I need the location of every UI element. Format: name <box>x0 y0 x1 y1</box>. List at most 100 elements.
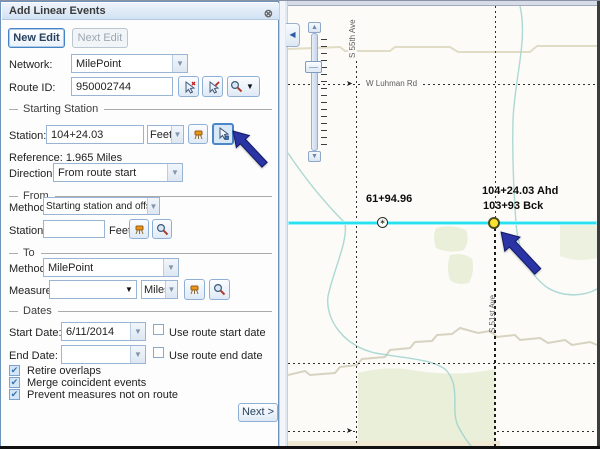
panel-title: Add Linear Events <box>9 5 106 17</box>
station-label-left: 61+94.96 <box>366 193 412 205</box>
end-date-select[interactable]: ▼ <box>61 345 146 364</box>
measure-label: Measure: <box>9 285 55 297</box>
chevron-down-icon[interactable]: ▼ <box>130 346 145 363</box>
start-date-value: 6/11/2014 <box>62 326 130 338</box>
station-label: Station: <box>9 130 46 142</box>
add-linear-events-panel: Add Linear Events ⊗ New Edit Next Edit N… <box>0 1 279 447</box>
section-dates: Dates <box>9 305 272 317</box>
route-id-label: Route ID: <box>9 82 55 94</box>
road-line-south2-right <box>497 431 597 432</box>
magnifier-icon <box>230 80 243 93</box>
measure-tool-button[interactable] <box>184 279 205 300</box>
road-junction-marker: ➤ <box>346 79 353 88</box>
measure-unit-value: Miles <box>142 284 165 296</box>
merge-coincident-events-checkbox[interactable]: ✔ <box>9 377 20 388</box>
retire-overlaps-label: Retire overlaps <box>27 365 101 377</box>
cursor-deselect-icon <box>206 80 220 94</box>
collapse-panel-tab[interactable]: ◀ <box>286 23 300 47</box>
annotation-arrow-map <box>499 230 557 290</box>
zoom-slider-track[interactable] <box>311 33 318 151</box>
chevron-down-icon[interactable]: ▼ <box>122 285 136 294</box>
measure-unit-select[interactable]: Miles ▼ <box>141 280 178 299</box>
close-icon[interactable]: ⊗ <box>264 6 273 23</box>
direction-value: From route start <box>54 167 167 179</box>
chevron-down-icon[interactable]: ▼ <box>171 126 183 143</box>
from-search-button[interactable] <box>152 219 172 239</box>
use-route-end-date-checkbox[interactable] <box>153 347 164 358</box>
zoom-slider-ticks <box>321 39 327 149</box>
panel-map-splitter[interactable] <box>279 1 288 447</box>
station-input[interactable] <box>46 125 144 144</box>
start-date-select[interactable]: 6/11/2014 ▼ <box>61 322 146 341</box>
to-method-value: MilePoint <box>44 262 163 274</box>
prevent-measures-checkbox[interactable]: ✔ <box>9 389 20 400</box>
road-junction-marker: ➤ <box>346 426 353 435</box>
cursor-select-icon <box>182 80 196 94</box>
reference-marker-icon: ∗ <box>377 217 388 228</box>
next-button[interactable]: Next > <box>238 403 278 422</box>
chevron-down-icon[interactable]: ▼ <box>130 323 145 340</box>
zoom-out-button[interactable]: ▼ <box>308 151 321 162</box>
network-label: Network: <box>9 59 52 71</box>
route-highlight-line[interactable] <box>288 221 597 225</box>
from-station-input[interactable] <box>43 220 105 238</box>
road-label-s51st: S 51st Ave <box>488 276 497 336</box>
to-method-select[interactable]: MilePoint ▼ <box>43 258 179 277</box>
station-label-right-bck: 103+93 Bck <box>483 200 543 212</box>
route-id-input[interactable] <box>71 77 173 96</box>
station-unit-value: Feet <box>148 129 171 141</box>
chevron-down-icon[interactable]: ▼ <box>167 164 182 181</box>
measure-search-button[interactable] <box>209 279 230 300</box>
road-line-w-luhman <box>288 84 597 85</box>
chevron-left-icon: ◀ <box>289 30 295 39</box>
station-instrument-icon <box>188 283 201 296</box>
next-edit-button: Next Edit <box>72 28 128 48</box>
panel-header[interactable]: Add Linear Events ⊗ <box>2 3 279 20</box>
magnifier-icon <box>156 223 169 236</box>
from-method-value: Starting station and offset <box>44 201 147 212</box>
merge-coincident-events-label: Merge coincident events <box>27 377 146 389</box>
use-route-end-date-label: Use route end date <box>169 350 263 362</box>
prevent-measures-label: Prevent measures not on route <box>27 389 178 401</box>
section-starting-station: Starting Station <box>9 103 272 115</box>
chevron-down-icon[interactable]: ▼ <box>147 198 159 214</box>
station-tool-button[interactable] <box>188 124 208 144</box>
clear-route-selection-button[interactable] <box>202 76 223 97</box>
zoom-slider-handle[interactable] <box>305 61 322 73</box>
start-date-label: Start Date: <box>9 327 62 339</box>
basemap-features <box>288 6 597 447</box>
select-route-on-map-button[interactable] <box>178 76 199 97</box>
station-unit-select[interactable]: Feet ▼ <box>147 125 184 144</box>
from-station-tool-button[interactable] <box>129 219 149 239</box>
measure-combo[interactable]: ▼ <box>49 280 137 299</box>
zoom-in-button[interactable]: ▲ <box>308 22 321 33</box>
road-label-w-luhman: W Luhman Rd <box>363 79 420 88</box>
app-window: Add Linear Events ⊗ New Edit Next Edit N… <box>0 0 600 449</box>
from-unit-text: Feet <box>109 225 131 237</box>
station-instrument-icon <box>133 223 146 236</box>
cursor-node-icon <box>216 127 230 141</box>
network-select[interactable]: MilePoint ▼ <box>71 54 188 73</box>
road-label-s55th: S 55th Ave <box>348 6 357 61</box>
direction-select[interactable]: From route start ▼ <box>53 163 183 182</box>
new-edit-button[interactable]: New Edit <box>8 28 65 48</box>
chevron-down-icon: ▼ <box>243 82 257 91</box>
use-route-start-date-checkbox[interactable] <box>153 324 164 335</box>
selected-station-point[interactable] <box>488 217 500 229</box>
road-line-s55th <box>356 6 357 447</box>
chevron-down-icon[interactable]: ▼ <box>163 259 178 276</box>
magnifier-icon <box>213 283 226 296</box>
annotation-arrow-panel <box>231 129 277 177</box>
from-station-label: Station: <box>9 225 46 237</box>
station-label-right-ahd: 104+24.03 Ahd <box>482 185 558 197</box>
section-title: Starting Station <box>23 103 98 115</box>
direction-label: Direction: <box>9 168 55 180</box>
chevron-down-icon[interactable]: ▼ <box>172 55 187 72</box>
retire-overlaps-checkbox[interactable]: ✔ <box>9 365 20 376</box>
from-method-select[interactable]: Starting station and offset ▼ <box>43 197 160 215</box>
route-search-menu-button[interactable]: ▼ <box>227 76 260 97</box>
network-value: MilePoint <box>72 58 172 70</box>
chevron-down-icon[interactable]: ▼ <box>165 281 177 298</box>
end-date-label: End Date: <box>9 350 58 362</box>
section-title: To <box>23 247 35 259</box>
